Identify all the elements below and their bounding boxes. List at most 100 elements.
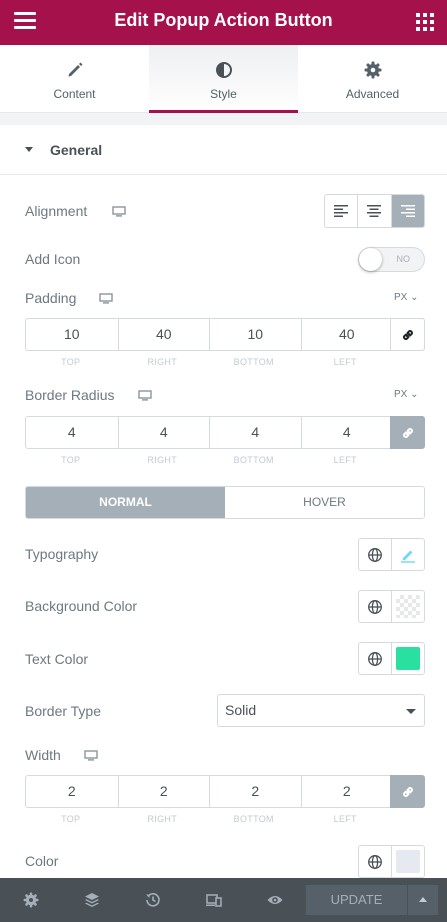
- tab-label: Content: [53, 87, 96, 101]
- border-color-picker[interactable]: [392, 846, 424, 877]
- side-label-top: TOP: [61, 455, 81, 465]
- side-label-left: LEFT: [333, 357, 357, 367]
- desktop-icon[interactable]: [138, 390, 152, 401]
- section-general-toggle[interactable]: General: [0, 125, 447, 175]
- tab-normal[interactable]: NORMAL: [26, 487, 225, 518]
- globe-icon: [368, 548, 382, 562]
- padding-left-input[interactable]: 40: [300, 319, 393, 350]
- desktop-icon[interactable]: [99, 293, 113, 304]
- gear-icon: [298, 61, 447, 79]
- border-radius-dimensions: 4 4 4 4: [25, 416, 425, 449]
- text-color-label: Text Color: [25, 651, 89, 667]
- alignment-label: Alignment: [25, 203, 88, 219]
- side-label-right: RIGHT: [147, 455, 177, 465]
- text-color-global-button[interactable]: [359, 643, 392, 674]
- responsive-mode-icon[interactable]: [206, 892, 222, 908]
- side-label-bottom: BOTTOM: [233, 814, 274, 824]
- align-left-icon: [334, 205, 348, 217]
- select-value: Solid: [225, 702, 257, 718]
- border-color-global-button[interactable]: [359, 846, 392, 877]
- link-icon: [402, 786, 414, 798]
- width-top-input[interactable]: 2: [26, 776, 118, 807]
- globe-icon: [368, 855, 382, 869]
- caret-down-icon: [25, 147, 33, 152]
- desktop-icon[interactable]: [84, 750, 98, 761]
- update-button[interactable]: UPDATE: [306, 885, 407, 915]
- settings-gear-icon[interactable]: [23, 892, 39, 908]
- padding-right-input[interactable]: 40: [117, 319, 210, 350]
- tab-content[interactable]: Content: [0, 45, 149, 113]
- padding-top-input[interactable]: 10: [26, 319, 118, 350]
- border-radius-unit-select[interactable]: PX ⌄: [394, 389, 419, 400]
- tab-hover[interactable]: HOVER: [225, 487, 424, 518]
- padding-link-button[interactable]: [390, 318, 425, 351]
- text-color-controls: [358, 642, 425, 675]
- color-swatch: [396, 647, 420, 670]
- transparent-swatch: [396, 595, 420, 618]
- pencil-icon: [401, 550, 415, 563]
- tab-advanced[interactable]: Advanced: [298, 45, 447, 113]
- widgets-grid-icon[interactable]: [416, 13, 434, 31]
- tab-style[interactable]: Style: [149, 45, 298, 113]
- alignment-choices: [324, 194, 425, 228]
- layers-icon[interactable]: [84, 892, 100, 908]
- preview-eye-icon[interactable]: [267, 892, 283, 908]
- background-color-label: Background Color: [25, 598, 138, 614]
- panel-header: Edit Popup Action Button: [0, 0, 447, 45]
- section-title: General: [50, 142, 103, 158]
- link-icon: [402, 427, 414, 439]
- width-bottom-input[interactable]: 2: [209, 776, 301, 807]
- side-label-left: LEFT: [333, 455, 357, 465]
- text-color-picker[interactable]: [392, 643, 424, 674]
- add-icon-label: Add Icon: [25, 251, 81, 267]
- radius-left-input[interactable]: 4: [300, 417, 393, 448]
- globe-icon: [368, 652, 382, 666]
- padding-side-labels: TOP RIGHT BOTTOM LEFT: [25, 357, 391, 367]
- padding-unit-select[interactable]: PX ⌄: [394, 292, 419, 303]
- typography-global-button[interactable]: [359, 539, 392, 570]
- globe-icon: [368, 600, 382, 614]
- padding-label: Padding: [25, 290, 77, 306]
- half-circle-icon: [149, 61, 298, 79]
- width-left-input[interactable]: 2: [300, 776, 393, 807]
- border-width-dimensions: 2 2 2 2: [25, 775, 425, 808]
- border-type-select[interactable]: Solid: [217, 694, 425, 727]
- unit-text: PX: [394, 292, 408, 303]
- border-radius-label: Border Radius: [25, 387, 115, 403]
- unit-text: PX: [394, 389, 408, 400]
- border-type-label: Border Type: [25, 703, 102, 719]
- radius-top-input[interactable]: 4: [26, 417, 118, 448]
- border-color-controls: [358, 845, 425, 878]
- side-label-bottom: BOTTOM: [233, 455, 274, 465]
- side-label-left: LEFT: [333, 814, 357, 824]
- align-left-button[interactable]: [325, 195, 358, 227]
- background-color-controls: [358, 590, 425, 623]
- panel-footer: UPDATE: [0, 878, 447, 922]
- side-label-right: RIGHT: [147, 814, 177, 824]
- history-icon[interactable]: [145, 892, 161, 908]
- radius-bottom-input[interactable]: 4: [209, 417, 301, 448]
- panel-title: Edit Popup Action Button: [114, 10, 333, 30]
- border-color-label: Color: [25, 853, 59, 869]
- add-icon-switch[interactable]: NO: [358, 247, 425, 272]
- chevron-down-icon: ⌄: [410, 389, 419, 400]
- width-link-button[interactable]: [390, 775, 425, 808]
- align-center-button[interactable]: [357, 195, 391, 227]
- padding-bottom-input[interactable]: 10: [209, 319, 301, 350]
- typography-controls: [358, 538, 425, 571]
- section-gap: [0, 113, 447, 125]
- side-label-bottom: BOTTOM: [233, 357, 274, 367]
- radius-right-input[interactable]: 4: [117, 417, 210, 448]
- tab-label: Advanced: [345, 87, 400, 101]
- desktop-icon[interactable]: [112, 206, 126, 217]
- width-label: Width: [25, 747, 61, 763]
- chevron-down-icon: ⌄: [410, 292, 419, 303]
- padding-dimensions: 10 40 10 40: [25, 318, 425, 351]
- radius-link-button[interactable]: [390, 416, 425, 449]
- background-color-picker[interactable]: [392, 591, 424, 622]
- width-right-input[interactable]: 2: [117, 776, 210, 807]
- update-options-button[interactable]: [408, 885, 438, 915]
- typography-edit-button[interactable]: [392, 539, 424, 570]
- align-right-button[interactable]: [390, 195, 424, 227]
- background-color-global-button[interactable]: [359, 591, 392, 622]
